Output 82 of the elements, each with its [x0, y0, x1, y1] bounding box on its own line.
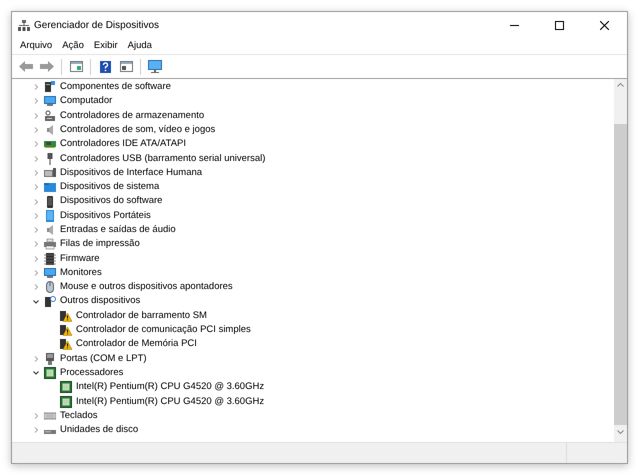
tree-item[interactable]: Monitores: [60, 266, 102, 280]
tree-item[interactable]: Mouse e outros dispositivos apontadores: [60, 280, 233, 294]
expand-chevron-icon[interactable]: [33, 227, 39, 234]
expand-chevron-icon[interactable]: [33, 356, 39, 362]
tree-item[interactable]: Portas (COM e LPT): [60, 352, 147, 366]
phone-icon: [44, 196, 56, 208]
expand-chevron-icon[interactable]: [33, 412, 39, 419]
expand-chevron-icon[interactable]: [33, 198, 39, 205]
close-icon[interactable]: [600, 20, 609, 30]
port-icon: [44, 352, 56, 365]
scrollbar[interactable]: [614, 79, 627, 442]
tree-item[interactable]: Dispositivos de sistema: [60, 180, 160, 194]
tree-item[interactable]: Outros dispositivos: [60, 294, 140, 309]
monitor-icon: [44, 267, 56, 279]
speaker-icon: [44, 124, 56, 136]
tree-item[interactable]: Controlador de barramento SM: [76, 308, 207, 324]
expand-chevron-icon[interactable]: [33, 184, 39, 190]
expand-chevron-icon[interactable]: [33, 241, 39, 248]
tree-item[interactable]: Controladores de armazenamento: [60, 108, 204, 123]
tree-item[interactable]: Dispositivos Portáteis: [60, 208, 151, 223]
controller-card-icon: [44, 138, 56, 150]
expand-chevron-icon[interactable]: [33, 256, 39, 262]
minimize-icon[interactable]: [510, 24, 519, 26]
expand-chevron-icon[interactable]: [33, 212, 39, 219]
expand-chevron-icon[interactable]: [33, 141, 39, 148]
chip-icon: [44, 252, 56, 265]
tree-item[interactable]: Entradas e saídas de áudio: [60, 222, 176, 238]
monitor-icon[interactable]: [146, 58, 164, 76]
scroll-down-icon[interactable]: [617, 430, 624, 434]
collapse-chevron-icon[interactable]: [33, 370, 39, 376]
expand-chevron-icon[interactable]: [33, 127, 39, 134]
processor-icon: [60, 381, 72, 394]
expand-chevron-icon[interactable]: [33, 98, 39, 104]
tree-item[interactable]: Dispositivos do software: [60, 194, 162, 209]
tree-item[interactable]: Dispositivos de Interface Humana: [60, 166, 202, 180]
menu-item[interactable]: Arquivo: [16, 38, 56, 54]
window-title: Gerenciador de Dispositivos: [34, 18, 160, 32]
tree-item[interactable]: Componentes de software: [60, 80, 171, 94]
menu-item[interactable]: Ação: [58, 38, 88, 54]
tree-item[interactable]: Unidades de disco: [60, 423, 138, 438]
collapse-chevron-icon[interactable]: [33, 298, 39, 305]
tree-item[interactable]: Processadores: [60, 366, 124, 380]
tree-item[interactable]: Controlador de comunicação PCI simples: [76, 323, 251, 338]
tree-item[interactable]: Controladores IDE ATA/ATAPI: [60, 137, 186, 152]
processor-icon: [44, 367, 56, 380]
expand-chevron-icon[interactable]: [33, 284, 39, 290]
expand-chevron-icon[interactable]: [33, 112, 39, 119]
tree-item[interactable]: Controlador de Memória PCI: [76, 337, 197, 352]
expand-chevron-icon[interactable]: [33, 270, 39, 276]
expand-chevron-icon[interactable]: [33, 170, 39, 176]
tree-item[interactable]: Controladores USB (barramento serial universal): [60, 152, 266, 166]
tree-item[interactable]: Teclados: [60, 408, 98, 424]
expand-chevron-icon[interactable]: [33, 84, 39, 90]
expand-chevron-icon[interactable]: [33, 156, 39, 162]
mouse-icon: [44, 281, 56, 294]
warning-device-icon: [60, 310, 72, 322]
speaker-icon: [44, 224, 56, 236]
app-icon: [18, 20, 30, 30]
storage-icon: [44, 110, 56, 122]
software-icon: [44, 81, 56, 94]
expand-chevron-icon[interactable]: [33, 427, 39, 434]
tree-item[interactable]: Computador: [60, 94, 112, 109]
menu-item[interactable]: Exibir: [90, 38, 122, 54]
maximize-icon[interactable]: [555, 20, 564, 30]
keyboard-icon: [44, 410, 56, 422]
folder-device-icon: [44, 181, 56, 194]
tree-item[interactable]: Firmware: [60, 252, 100, 266]
tree-item[interactable]: Filas de impressão: [60, 237, 140, 252]
printer-icon: [44, 238, 56, 250]
tree-item[interactable]: Controladores de som, vídeo e jogos: [60, 122, 216, 138]
scroll-up-icon[interactable]: [617, 83, 624, 87]
processor-icon: [60, 396, 72, 408]
keyboard-mouse-icon: [44, 166, 56, 179]
unknown-device-icon: [44, 296, 56, 308]
menu-item[interactable]: Ajuda: [124, 38, 156, 54]
warning-device-icon: [60, 338, 72, 350]
warning-device-icon: [60, 324, 72, 336]
tablet-icon: [44, 210, 56, 222]
scrollbar-thumb[interactable]: [614, 124, 627, 425]
monitor-icon: [44, 95, 56, 108]
tree-item[interactable]: Intel(R) Pentium(R) CPU G4520 @ 3.60GHz: [76, 394, 264, 409]
tree-item[interactable]: Intel(R) Pentium(R) CPU G4520 @ 3.60GHz: [76, 380, 264, 394]
